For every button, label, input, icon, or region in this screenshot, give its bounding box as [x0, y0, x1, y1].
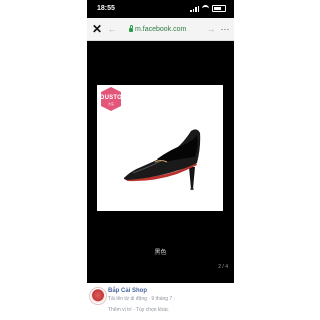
post-info: Bắp Cải Shop Tải lên từ di động · 9 thán…	[87, 283, 234, 320]
status-icons	[190, 5, 226, 12]
photo-counter: 2 / 4	[218, 264, 228, 270]
signal-icon	[190, 5, 199, 12]
back-arrow-icon[interactable]: ←	[107, 23, 117, 35]
browser-address-bar: ✕ ← m.facebook.com → ⋯	[87, 18, 234, 41]
forward-arrow-icon[interactable]: →	[206, 23, 216, 35]
avatar[interactable]	[89, 287, 107, 305]
more-menu-icon[interactable]: ⋯	[219, 23, 231, 35]
battery-icon	[212, 5, 226, 12]
lock-icon	[129, 25, 133, 32]
avatar-image	[91, 289, 105, 303]
wifi-icon	[202, 5, 209, 12]
status-time: 18:55	[97, 5, 115, 12]
post-meta: Tải lên từ di động · 9 tháng 7 ·	[108, 296, 176, 302]
status-bar: 18:55	[87, 0, 234, 18]
url-field[interactable]: m.facebook.com	[129, 23, 191, 35]
brand-name: DUSTO	[100, 95, 122, 101]
shop-name-link[interactable]: Bắp Cải Shop	[108, 288, 147, 294]
photo-caption: 黑色	[154, 250, 167, 256]
product-photo[interactable]: DUSTO 大东	[97, 85, 223, 211]
brand-logo: DUSTO 大东	[99, 87, 123, 111]
brand-subtitle: 大东	[107, 102, 114, 106]
phone-screen: 18:55 ✕ ← m.facebook.com → ⋯ DUSTO 大东 黑色…	[87, 0, 234, 320]
close-button[interactable]: ✕	[91, 22, 103, 36]
url-text: m.facebook.com	[135, 25, 187, 33]
post-options[interactable]: Thêm vị trí · Tùy chọn khác	[108, 307, 168, 313]
